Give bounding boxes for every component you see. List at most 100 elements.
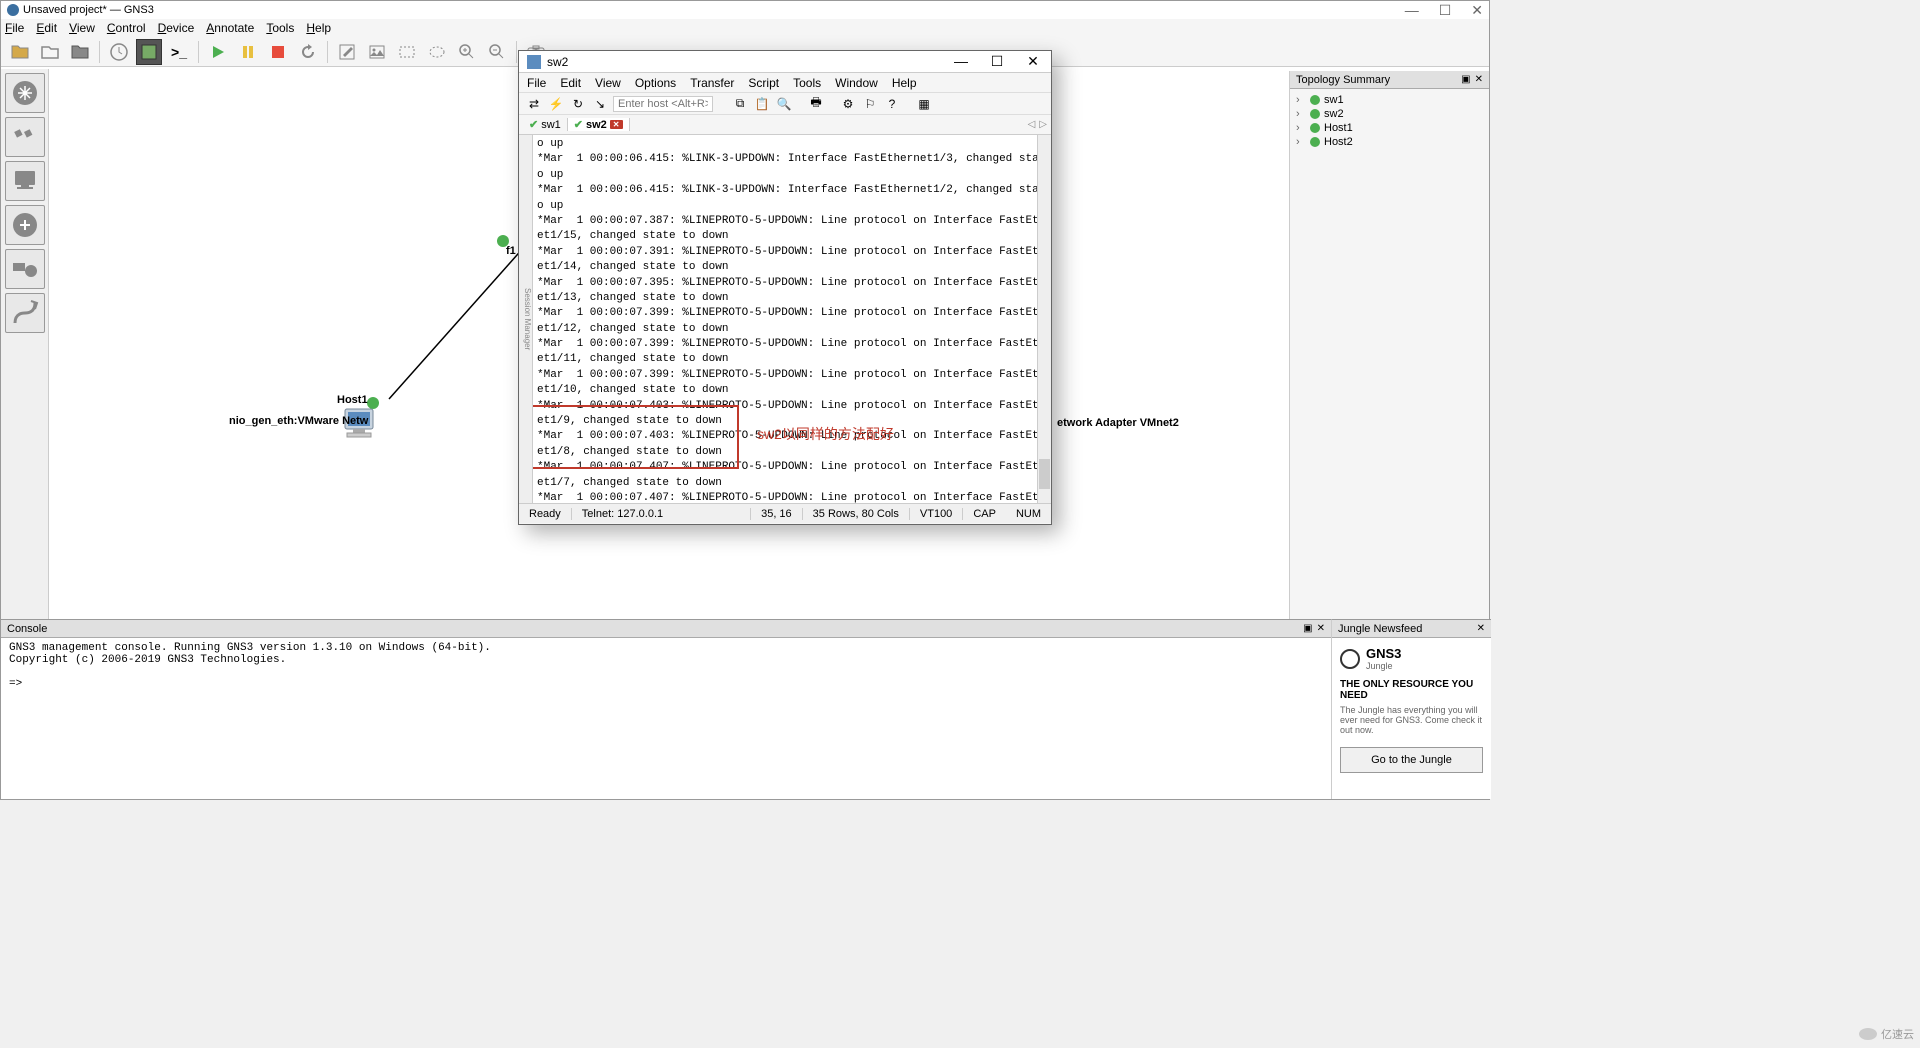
term-menu-options[interactable]: Options bbox=[635, 76, 676, 90]
panel-close-icon[interactable]: ✕ bbox=[1477, 623, 1485, 634]
host-input[interactable] bbox=[613, 96, 713, 112]
panel-float-icon[interactable]: ▣ bbox=[1303, 623, 1312, 634]
tree-item-host1[interactable]: ›Host1 bbox=[1296, 121, 1483, 135]
open-project-button[interactable] bbox=[37, 39, 63, 65]
zoom-in-button[interactable] bbox=[454, 39, 480, 65]
copy-icon[interactable]: ⧉ bbox=[731, 95, 749, 113]
menu-help[interactable]: Help bbox=[306, 21, 331, 35]
go-to-jungle-button[interactable]: Go to the Jungle bbox=[1340, 747, 1483, 773]
status-dot-icon bbox=[1310, 95, 1320, 105]
status-ready: Ready bbox=[519, 508, 572, 520]
menu-annotate[interactable]: Annotate bbox=[206, 21, 254, 35]
right-adapter-label: etwork Adapter VMnet2 bbox=[1057, 417, 1179, 429]
menu-tools[interactable]: Tools bbox=[266, 21, 294, 35]
session-options-icon[interactable]: ⚐ bbox=[861, 95, 879, 113]
menu-control[interactable]: Control bbox=[107, 21, 146, 35]
new-project-button[interactable] bbox=[7, 39, 33, 65]
draw-ellipse-button[interactable] bbox=[424, 39, 450, 65]
tab-next-icon[interactable]: ▷ bbox=[1039, 119, 1047, 130]
tab-sw2[interactable]: ✔sw2✕ bbox=[568, 118, 630, 131]
term-menu-script[interactable]: Script bbox=[748, 76, 779, 90]
panel-close-icon[interactable]: ✕ bbox=[1475, 74, 1483, 85]
term-menu-tools[interactable]: Tools bbox=[793, 76, 821, 90]
tab-sw1[interactable]: ✔sw1 bbox=[523, 118, 568, 131]
check-icon: ✔ bbox=[529, 118, 538, 131]
term-menu-window[interactable]: Window bbox=[835, 76, 878, 90]
all-devices-button[interactable] bbox=[5, 249, 45, 289]
gns3-app-icon bbox=[7, 4, 19, 16]
reload-all-button[interactable] bbox=[295, 39, 321, 65]
panel-float-icon[interactable]: ▣ bbox=[1461, 74, 1470, 85]
terminal-maximize-button[interactable]: ☐ bbox=[987, 53, 1007, 70]
session-manager-sidebar[interactable]: Session Manager bbox=[519, 135, 533, 503]
console-all-button[interactable]: >_ bbox=[166, 39, 192, 65]
draw-rectangle-button[interactable] bbox=[394, 39, 420, 65]
newsfeed-header: Jungle Newsfeed ✕ bbox=[1332, 620, 1491, 638]
gns3-jungle-logo: GNS3Jungle bbox=[1340, 646, 1483, 671]
term-menu-file[interactable]: File bbox=[527, 76, 546, 90]
terminal-close-button[interactable]: ✕ bbox=[1023, 53, 1043, 70]
menu-view[interactable]: View bbox=[69, 21, 95, 35]
switches-button[interactable] bbox=[5, 117, 45, 157]
terminal-titlebar[interactable]: sw2 — ☐ ✕ bbox=[519, 51, 1051, 73]
term-menu-transfer[interactable]: Transfer bbox=[690, 76, 734, 90]
show-interface-labels-button[interactable] bbox=[136, 39, 162, 65]
tab-prev-icon[interactable]: ◁ bbox=[1028, 119, 1036, 130]
insert-picture-button[interactable] bbox=[364, 39, 390, 65]
status-dot-icon bbox=[1310, 123, 1320, 133]
options-icon[interactable]: ⚙ bbox=[839, 95, 857, 113]
find-icon[interactable]: 🔍 bbox=[775, 95, 793, 113]
add-link-button[interactable] bbox=[5, 293, 45, 333]
print-icon[interactable]: 🖶 bbox=[807, 95, 825, 113]
term-menu-help[interactable]: Help bbox=[892, 76, 917, 90]
tree-item-host2[interactable]: ›Host2 bbox=[1296, 135, 1483, 149]
host1-label: Host1 bbox=[337, 394, 368, 406]
stop-all-button[interactable] bbox=[265, 39, 291, 65]
console-header: Console ▣✕ bbox=[1, 620, 1331, 638]
reconnect-icon[interactable]: ↻ bbox=[569, 95, 587, 113]
menu-edit[interactable]: Edit bbox=[36, 21, 57, 35]
newsfeed-desc: The Jungle has everything you will ever … bbox=[1340, 705, 1483, 735]
terminal-output[interactable]: o up *Mar 1 00:00:06.415: %LINK-3-UPDOWN… bbox=[533, 135, 1037, 503]
term-menu-edit[interactable]: Edit bbox=[560, 76, 581, 90]
status-dot-icon bbox=[1310, 137, 1320, 147]
status-num: NUM bbox=[1006, 508, 1051, 520]
start-all-button[interactable] bbox=[205, 39, 231, 65]
close-button[interactable]: ✕ bbox=[1471, 2, 1483, 19]
terminal-scrollbar[interactable] bbox=[1037, 135, 1051, 503]
pause-all-button[interactable] bbox=[235, 39, 261, 65]
help-icon[interactable]: ? bbox=[883, 95, 901, 113]
console-output[interactable]: GNS3 management console. Running GNS3 ve… bbox=[1, 638, 1331, 694]
status-cursor-position: 35, 16 bbox=[751, 508, 803, 520]
gns3-titlebar: Unsaved project* — GNS3 — ☐ ✕ bbox=[1, 1, 1489, 19]
status-dimensions: 35 Rows, 80 Cols bbox=[803, 508, 910, 520]
add-note-button[interactable] bbox=[334, 39, 360, 65]
snapshot-button[interactable] bbox=[106, 39, 132, 65]
tree-item-sw2[interactable]: ›sw2 bbox=[1296, 107, 1483, 121]
save-project-button[interactable] bbox=[67, 39, 93, 65]
disconnect-icon[interactable]: ↘ bbox=[591, 95, 609, 113]
quick-connect-icon[interactable]: ⇄ bbox=[525, 95, 543, 113]
paste-icon[interactable]: 📋 bbox=[753, 95, 771, 113]
status-connection: Telnet: 127.0.0.1 bbox=[572, 508, 751, 520]
end-devices-button[interactable] bbox=[5, 161, 45, 201]
zoom-out-button[interactable] bbox=[484, 39, 510, 65]
security-devices-button[interactable] bbox=[5, 205, 45, 245]
panel-close-icon[interactable]: ✕ bbox=[1317, 623, 1325, 634]
tree-item-sw1[interactable]: ›sw1 bbox=[1296, 93, 1483, 107]
minimize-button[interactable]: — bbox=[1405, 2, 1419, 19]
terminal-statusbar: Ready Telnet: 127.0.0.1 35, 16 35 Rows, … bbox=[519, 503, 1051, 523]
annotation-text: sw2以同样的方法配好 bbox=[757, 425, 894, 445]
maximize-button[interactable]: ☐ bbox=[1439, 2, 1452, 19]
toolbar-extra-icon[interactable]: ▦ bbox=[915, 95, 933, 113]
connect-icon[interactable]: ⚡ bbox=[547, 95, 565, 113]
routers-button[interactable] bbox=[5, 73, 45, 113]
topology-summary-panel: Topology Summary ▣✕ ›sw1 ›sw2 ›Host1 ›Ho… bbox=[1289, 71, 1489, 619]
menu-device[interactable]: Device bbox=[158, 21, 195, 35]
menu-file[interactable]: File bbox=[5, 21, 24, 35]
watermark: 亿速云 bbox=[1859, 1026, 1914, 1042]
tab-close-icon[interactable]: ✕ bbox=[610, 120, 623, 129]
terminal-minimize-button[interactable]: — bbox=[951, 53, 971, 70]
gns3-menubar: File Edit View Control Device Annotate T… bbox=[1, 19, 1489, 37]
term-menu-view[interactable]: View bbox=[595, 76, 621, 90]
